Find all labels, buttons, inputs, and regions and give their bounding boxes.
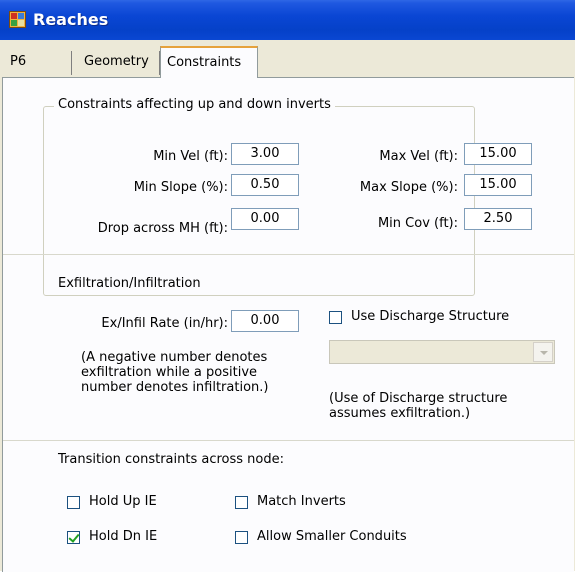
window-title: Reaches <box>33 10 109 29</box>
hold-dn-ie-label: Hold Dn IE <box>89 529 158 544</box>
min-cov-label: Min Cov (ft): <box>377 216 458 231</box>
transition-group-title: Transition constraints across node: <box>54 452 289 467</box>
min-cov-input[interactable]: 2.50 <box>464 208 532 230</box>
min-slope-label: Min Slope (%): <box>133 180 228 195</box>
exfil-note-line-2: exfiltration while a positive <box>81 365 258 380</box>
discharge-structure-select[interactable] <box>329 340 555 364</box>
min-vel-label: Min Vel (ft): <box>153 149 228 164</box>
tab-constraints[interactable]: Constraints <box>160 46 258 78</box>
max-slope-label: Max Slope (%): <box>359 180 458 195</box>
transition-groupbox: Transition constraints across node: <box>43 452 535 583</box>
inverts-groupbox: Constraints affecting up and down invert… <box>43 97 475 296</box>
exfil-rate-input[interactable]: 0.00 <box>231 310 299 332</box>
inverts-group-title: Constraints affecting up and down invert… <box>54 97 335 112</box>
max-slope-input[interactable]: 15.00 <box>464 174 532 196</box>
drop-mh-input[interactable]: 0.00 <box>231 208 299 230</box>
min-vel-input[interactable]: 3.00 <box>231 143 299 165</box>
match-inverts-checkbox[interactable] <box>235 496 248 509</box>
discharge-note: (Use of Discharge structure assumes exfi… <box>329 391 507 421</box>
exfil-note-line-3: number denotes infiltration.) <box>81 380 269 395</box>
discharge-note-line-2: assumes exfiltration.) <box>329 406 471 421</box>
app-grid-icon <box>9 11 26 28</box>
divider <box>3 440 574 441</box>
exfil-note: (A negative number denotes exfiltration … <box>81 350 268 395</box>
hold-up-ie-label: Hold Up IE <box>89 494 157 509</box>
match-inverts-label: Match Inverts <box>257 494 346 509</box>
tab-geometry[interactable]: Geometry <box>78 51 160 75</box>
exfil-rate-label: Ex/Infil Rate (in/hr): <box>101 316 228 331</box>
tab-p6[interactable]: P6 <box>4 51 72 75</box>
hold-up-ie-checkbox[interactable] <box>67 496 80 509</box>
chevron-down-icon[interactable] <box>533 342 553 362</box>
allow-smaller-conduits-label: Allow Smaller Conduits <box>257 529 407 544</box>
allow-smaller-conduits-checkbox[interactable] <box>235 531 248 544</box>
drop-mh-label: Drop across MH (ft): <box>97 221 228 236</box>
divider <box>3 254 574 255</box>
tab-strip: P6 Geometry Constraints <box>0 40 575 78</box>
discharge-note-line-1: (Use of Discharge structure <box>329 391 508 406</box>
constraints-tab-page: Constraints affecting up and down invert… <box>2 77 574 572</box>
window-body: P6 Geometry Constraints Constraints affe… <box>0 40 575 572</box>
exfil-group-title: Exfiltration/Infiltration <box>54 276 205 291</box>
max-vel-label: Max Vel (ft): <box>379 149 458 164</box>
use-discharge-checkbox[interactable] <box>329 311 342 324</box>
exfil-note-line-1: (A negative number denotes <box>81 350 268 365</box>
title-bar[interactable]: Reaches <box>0 0 575 40</box>
hold-dn-ie-checkbox[interactable] <box>67 531 80 544</box>
min-slope-input[interactable]: 0.50 <box>231 174 299 196</box>
use-discharge-label: Use Discharge Structure <box>351 309 510 324</box>
max-vel-input[interactable]: 15.00 <box>464 143 532 165</box>
